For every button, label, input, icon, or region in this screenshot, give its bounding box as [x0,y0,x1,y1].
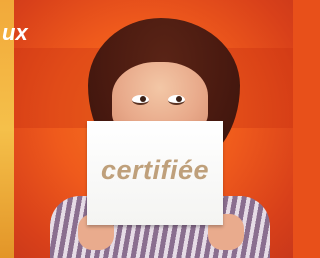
headline-text: ux [2,20,28,45]
card-text: certifiée [100,155,210,185]
left-eye [132,95,149,105]
white-card: certifiée [87,121,223,225]
right-eye [168,95,185,105]
photo: certifiée ux [0,0,293,258]
